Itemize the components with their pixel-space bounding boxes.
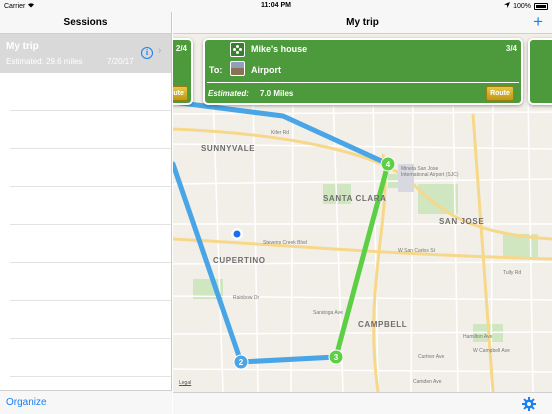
card-count: 2/4	[175, 44, 187, 53]
trip-nav-bar: My trip +	[173, 12, 552, 34]
session-date: 7/20/17	[107, 57, 134, 66]
trip-toolbar	[173, 392, 552, 414]
estimated-value: 7.0 Miles	[260, 89, 294, 98]
to-location: Airport	[251, 65, 281, 75]
road-label: Stevens Creek Blvd	[263, 240, 307, 246]
road-label: Curtner Ave	[418, 354, 445, 360]
sidebar-toolbar: Organize	[0, 390, 172, 414]
chevron-right-icon: ›	[158, 45, 162, 56]
trip-card-next[interactable]	[528, 38, 552, 105]
city-label: SUNNYVALE	[201, 144, 256, 153]
city-label: CAMPBELL	[358, 320, 408, 329]
trip-title: My trip	[346, 17, 379, 28]
road-label: Saratoga Ave	[313, 310, 343, 316]
list-separator	[10, 224, 171, 225]
card-divider	[207, 82, 519, 83]
road-label: Hamilton Ave	[463, 334, 493, 340]
legal-link[interactable]: Legal	[179, 380, 191, 386]
estimated-label: Estimated:	[208, 89, 249, 98]
info-icon[interactable]: i	[141, 47, 153, 59]
list-separator	[10, 186, 171, 187]
list-separator	[10, 262, 171, 263]
road-label: W Campbell Ave	[473, 348, 510, 354]
road-label: W San Carlos St	[398, 248, 435, 254]
waypoint-2[interactable]: 2	[233, 354, 249, 370]
location-arrow-icon	[504, 2, 511, 10]
house-icon	[230, 42, 245, 57]
route-button[interactable]: Route	[173, 86, 188, 101]
route-button[interactable]: Route	[486, 86, 514, 101]
sessions-sidebar: Sessions My trip Estimated: 29.6 miles 7…	[0, 12, 172, 414]
city-label: SANTA CLARA	[323, 194, 387, 203]
svg-text:3: 3	[334, 353, 339, 362]
airport-photo-icon	[230, 61, 245, 76]
waypoint-3[interactable]: 3	[328, 349, 344, 365]
current-location-dot	[232, 229, 242, 239]
status-bar: Carrier 11:04 PM 100%	[0, 0, 552, 12]
road-label: Rainbow Dr	[233, 295, 260, 301]
plus-icon[interactable]: +	[533, 13, 543, 31]
card-count: 3/4	[505, 44, 517, 53]
waypoint-4[interactable]: 4	[380, 156, 396, 172]
sessions-title: Sessions	[0, 12, 171, 34]
battery-percent: 100%	[513, 2, 531, 10]
park-area	[418, 184, 458, 214]
list-separator	[10, 338, 171, 339]
session-item-my-trip[interactable]: My trip Estimated: 29.6 miles 7/20/17 i …	[0, 34, 171, 73]
airport-label: Mineta San Jose International Airport (S…	[401, 166, 459, 178]
road-label: Camden Ave	[413, 379, 442, 385]
trip-detail: My trip + 2 3 4 SUNNYVALE SANTA CLARA SA…	[173, 12, 552, 414]
session-estimate: Estimated: 29.6 miles	[6, 57, 83, 66]
trip-card-previous[interactable]: 2/4 Route	[173, 38, 193, 105]
svg-text:4: 4	[386, 160, 391, 169]
battery-icon	[534, 2, 548, 10]
gear-icon[interactable]	[522, 397, 536, 411]
organize-button[interactable]: Organize	[6, 397, 47, 408]
status-time: 11:04 PM	[261, 2, 291, 9]
road-label: Kifer Rd	[271, 130, 290, 136]
city-label: CUPERTINO	[213, 256, 266, 265]
svg-text:2: 2	[239, 358, 244, 367]
list-separator	[10, 376, 171, 377]
trip-card-current[interactable]: Mike's house 3/4 To: Airport Estimated: …	[203, 38, 523, 105]
list-separator	[10, 110, 171, 111]
session-name: My trip	[6, 41, 39, 52]
from-location: Mike's house	[251, 44, 308, 54]
city-label: SAN JOSE	[439, 217, 485, 226]
list-separator	[10, 148, 171, 149]
road-label: Tully Rd	[503, 270, 522, 276]
list-separator	[10, 300, 171, 301]
to-label: To:	[209, 65, 223, 75]
